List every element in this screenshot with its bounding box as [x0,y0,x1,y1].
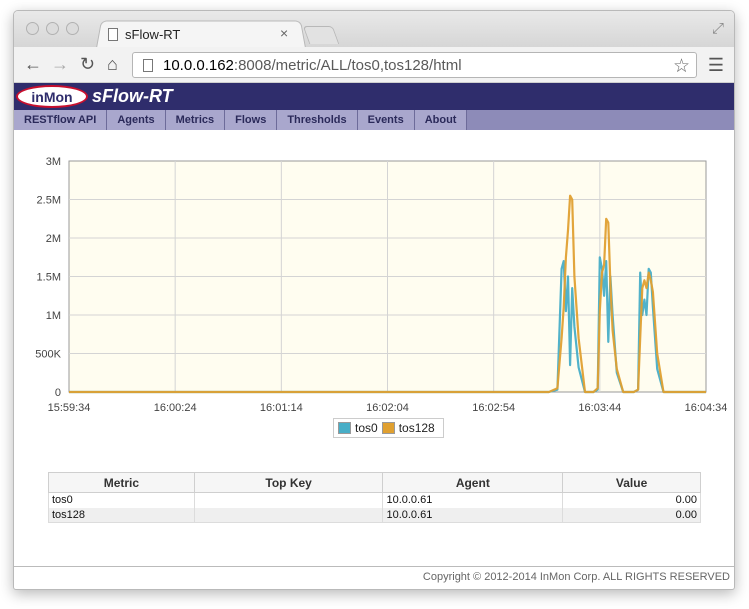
address-bar[interactable]: 10.0.0.162:8008/metric/ALL/tos0,tos128/h… [132,52,697,78]
y-tick-label: 1M [46,310,61,322]
y-tick-label: 500K [35,349,61,361]
url-path: :8008/metric/ALL/tos0,tos128/html [233,56,462,74]
close-window-icon[interactable] [26,22,39,35]
logo-text: inMon [31,88,73,105]
legend-swatch-tos128 [381,422,395,434]
title-bar: sFlow-RT × ⤢ [14,11,734,48]
cell-metric: tos0 [48,492,195,508]
cell-top-key [193,492,384,508]
minimize-window-icon[interactable] [46,22,59,35]
page-icon [143,58,153,72]
legend-label-tos128: tos128 [398,421,435,435]
reload-icon[interactable]: ↻ [80,54,95,74]
column-header-metric: Metric [48,472,195,493]
footer-divider [14,566,734,567]
column-header-top-key: Top Key [193,472,384,493]
nav-item-restflow-api[interactable]: RESTflow API [14,110,108,130]
page-icon [108,27,118,41]
browser-window: sFlow-RT × ⤢ ← → ↻ ⌂ 10.0.0.162:8008/met… [13,10,735,590]
tab-label-group[interactable]: sFlow-RT [108,25,180,43]
new-tab-button[interactable] [302,26,340,44]
url-text[interactable]: 10.0.0.162:8008/metric/ALL/tos0,tos128/h… [163,57,462,74]
column-header-agent: Agent [382,472,564,493]
metrics-table: Metric Top Key Agent Value tos0 10.0.0.6… [48,472,701,523]
zoom-window-icon[interactable] [66,22,79,35]
nav-item-flows[interactable]: Flows [225,110,278,130]
cell-value: 0.00 [562,492,701,508]
x-tick-label: 16:02:04 [366,402,409,414]
x-tick-label: 16:04:34 [685,402,728,414]
browser-toolbar: ← → ↻ ⌂ 10.0.0.162:8008/metric/ALL/tos0,… [14,47,734,83]
nav-item-about[interactable]: About [414,110,468,130]
inmon-logo: inMon [16,85,88,108]
forward-icon[interactable]: → [51,54,69,74]
cell-agent: 10.0.0.61 [382,492,564,508]
y-tick-label: 3M [46,156,61,168]
y-tick-label: 1.5M [37,272,61,284]
cell-agent: 10.0.0.61 [382,507,564,523]
x-tick-label: 16:02:54 [472,402,515,414]
table-row: tos128 10.0.0.61 0.00 [48,507,701,523]
x-tick-label: 16:01:14 [260,402,303,414]
y-tick-label: 2M [46,233,61,245]
home-icon[interactable]: ⌂ [107,54,118,74]
legend-item-tos128: tos128 [381,421,435,435]
x-tick-label: 15:59:34 [48,402,91,414]
menu-icon[interactable]: ☰ [708,55,724,76]
tab-title: sFlow-RT [125,26,181,42]
y-tick-label: 0 [55,387,61,399]
url-host: 10.0.0.162 [163,56,234,74]
table-header-row: Metric Top Key Agent Value [48,472,701,493]
legend-swatch-tos0 [338,422,351,434]
footer-copyright: Copyright © 2012-2014 InMon Corp. ALL RI… [422,571,730,583]
table-row: tos0 10.0.0.61 0.00 [48,492,701,508]
app-header: inMon sFlow-RT [14,83,734,110]
x-tick-label: 16:03:44 [578,402,621,414]
tab-close-icon[interactable]: × [280,25,288,41]
legend-label-tos0: tos0 [355,421,378,435]
nav-item-metrics[interactable]: Metrics [165,110,226,130]
app-brand: sFlow-RT [92,86,173,106]
nav-item-thresholds[interactable]: Thresholds [277,110,358,130]
cell-top-key [193,507,384,523]
main-nav: RESTflow API Agents Metrics Flows Thresh… [14,110,734,130]
metric-chart: 3M 2.5M 2M 1.5M 1M 500K 0 15:59:34 16:00:24 16:01… [35,156,728,414]
back-icon[interactable]: ← [24,54,42,74]
cell-value: 0.00 [562,507,701,523]
column-header-value: Value [562,472,701,493]
y-tick-label: 2.5M [37,195,61,207]
chart-legend: tos0 tos128 [333,418,444,438]
nav-item-agents[interactable]: Agents [107,110,166,130]
legend-item-tos0: tos0 [338,421,378,435]
nav-item-events[interactable]: Events [357,110,415,130]
x-tick-label: 16:00:24 [154,402,197,414]
star-icon[interactable]: ☆ [673,55,690,78]
fullscreen-icon[interactable]: ⤢ [712,20,724,37]
cell-metric: tos128 [48,507,195,523]
